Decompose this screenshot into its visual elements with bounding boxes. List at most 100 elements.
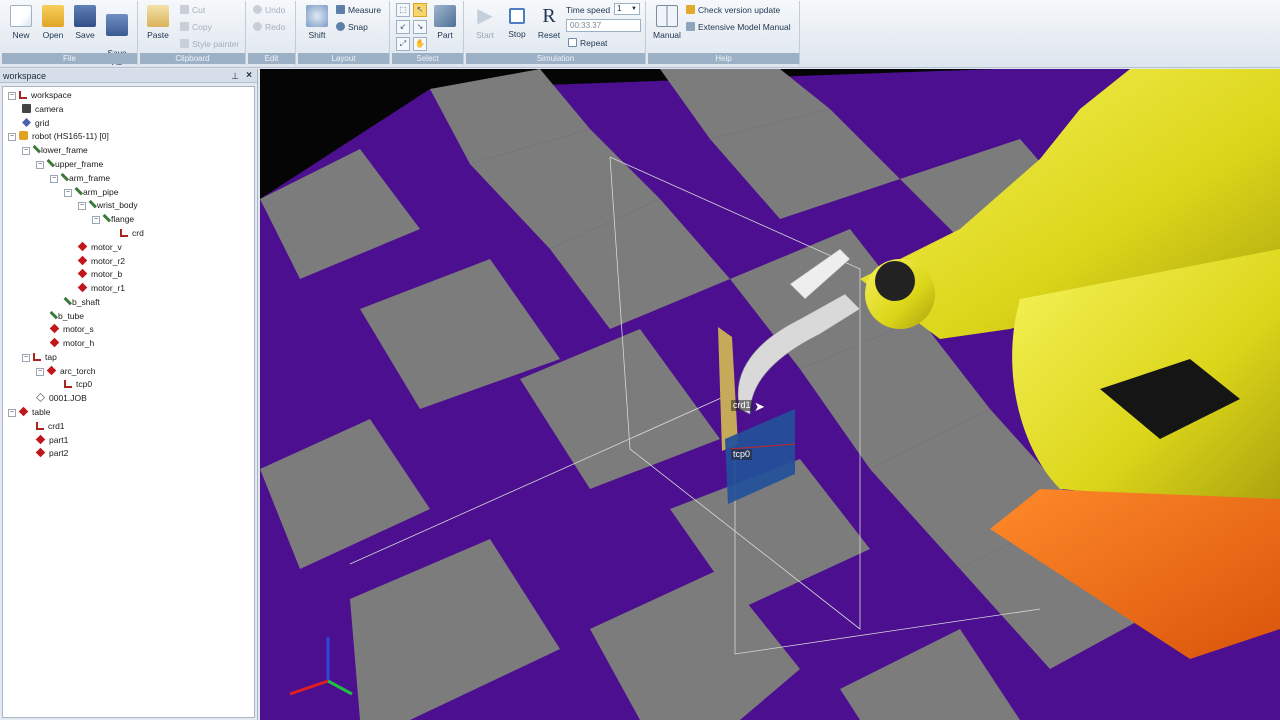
style-painter-button[interactable]: Style painter bbox=[180, 39, 239, 49]
select-pointer-icon[interactable]: ↖ bbox=[413, 3, 427, 17]
manual-button[interactable]: Manual bbox=[652, 3, 682, 40]
select-rotate-icon[interactable]: ↙ bbox=[396, 20, 410, 34]
pin-icon[interactable]: ⊥ bbox=[231, 69, 239, 83]
style-painter-label: Style painter bbox=[192, 39, 240, 49]
stop-button[interactable]: Stop bbox=[502, 3, 532, 39]
collapse-toggle-icon[interactable]: − bbox=[22, 147, 30, 155]
tree-item-motor-r2[interactable]: motor_r2 bbox=[77, 255, 125, 267]
tree-item-part2[interactable]: part2 bbox=[35, 447, 68, 459]
start-button[interactable]: ▶ Start bbox=[470, 3, 500, 40]
repeat-toggle[interactable]: Repeat bbox=[568, 38, 607, 48]
tree-item-label: part1 bbox=[49, 435, 69, 445]
shift-button[interactable]: Shift bbox=[302, 3, 332, 40]
time-speed-select[interactable]: 1 ▼ bbox=[614, 3, 640, 15]
extensive-manual-button[interactable]: Extensive Model Manual bbox=[686, 22, 791, 32]
collapse-toggle-icon[interactable]: − bbox=[78, 202, 86, 210]
undo-arrow-icon bbox=[253, 5, 262, 14]
collapse-toggle-icon[interactable]: − bbox=[8, 409, 16, 417]
reset-r-icon: R bbox=[542, 5, 556, 27]
copy-button[interactable]: Copy bbox=[180, 22, 212, 32]
tree-item-label: motor_h bbox=[63, 338, 95, 348]
new-button[interactable]: New bbox=[6, 3, 36, 40]
pan-hand-icon[interactable]: ✋ bbox=[413, 37, 427, 51]
tree-item-tap[interactable]: − tap bbox=[22, 351, 57, 363]
collapse-toggle-icon[interactable]: − bbox=[36, 161, 44, 169]
select-scale-icon[interactable]: ⤢ bbox=[396, 37, 410, 51]
tree-item-label: motor_r1 bbox=[91, 283, 126, 293]
tree-item-grid[interactable]: grid bbox=[22, 117, 49, 129]
part-label: Part bbox=[437, 30, 453, 40]
measure-button[interactable]: Measure bbox=[336, 5, 381, 15]
ruler-icon bbox=[336, 5, 345, 14]
clipboard-paste-icon bbox=[147, 5, 169, 27]
collapse-toggle-icon[interactable]: − bbox=[92, 216, 100, 224]
snap-magnet-icon bbox=[336, 22, 345, 31]
tree-item-workspace[interactable]: − workspace bbox=[8, 89, 72, 101]
tree-item-arm-pipe[interactable]: − arm_pipe bbox=[64, 186, 118, 198]
part-button[interactable]: Part bbox=[430, 3, 460, 40]
tree-item-motor-h[interactable]: motor_h bbox=[49, 337, 95, 349]
tree-item-table[interactable]: − table bbox=[8, 406, 50, 418]
collapse-toggle-icon[interactable]: − bbox=[8, 133, 16, 141]
tree-item-camera[interactable]: camera bbox=[22, 103, 63, 115]
undo-button[interactable]: Undo bbox=[253, 5, 285, 15]
tree-item-label: workspace bbox=[31, 90, 72, 100]
tree-item-arm-frame[interactable]: − arm_frame bbox=[50, 172, 110, 184]
clipboard-group: Paste Cut Copy Style painter Clipboard bbox=[140, 1, 246, 65]
check-update-button[interactable]: Check version update bbox=[686, 5, 780, 15]
diamond-icon bbox=[35, 434, 46, 445]
camera-icon bbox=[22, 104, 31, 113]
tree-item-label: 0001.JOB bbox=[49, 393, 87, 403]
extensive-manual-label: Extensive Model Manual bbox=[698, 22, 791, 32]
diamond-icon bbox=[46, 365, 57, 376]
wrist-flange bbox=[875, 261, 915, 301]
select-box-icon[interactable]: ⬚ bbox=[396, 3, 410, 17]
select-group-label: Select bbox=[392, 53, 463, 64]
update-icon bbox=[686, 5, 695, 14]
reset-button[interactable]: R Reset bbox=[534, 3, 564, 40]
tree-item-motor-r1[interactable]: motor_r1 bbox=[77, 282, 126, 294]
tree-item-label: camera bbox=[35, 104, 64, 114]
tree-item-b-shaft[interactable]: b_shaft bbox=[63, 296, 100, 308]
tree-item-crd[interactable]: crd bbox=[120, 227, 144, 239]
tree-item-wrist-body[interactable]: − wrist_body bbox=[78, 199, 138, 211]
tree-item-label: crd bbox=[132, 228, 144, 238]
3d-viewport[interactable]: crd1 tcp0 ➤ bbox=[260, 69, 1280, 720]
snap-label: Snap bbox=[348, 22, 368, 32]
paste-button[interactable]: Paste bbox=[143, 3, 173, 40]
time-speed-label: Time speed bbox=[566, 5, 611, 15]
simulation-time-field[interactable]: 00:33.37 bbox=[566, 19, 641, 32]
cut-button[interactable]: Cut bbox=[180, 5, 205, 15]
snap-button[interactable]: Snap bbox=[336, 22, 368, 32]
tree-item-job[interactable]: 0001.JOB bbox=[36, 392, 87, 404]
clipboard-group-label: Clipboard bbox=[140, 53, 245, 64]
redo-button[interactable]: Redo bbox=[253, 22, 285, 32]
tree-item-b-tube[interactable]: b_tube bbox=[49, 310, 84, 322]
collapse-toggle-icon[interactable]: − bbox=[50, 175, 58, 183]
tree-item-flange[interactable]: − flange bbox=[92, 213, 134, 225]
tree-item-upper-frame[interactable]: − upper_frame bbox=[36, 158, 103, 170]
tree-item-tcp0[interactable]: tcp0 bbox=[64, 378, 92, 390]
new-label: New bbox=[12, 30, 30, 40]
mouse-cursor-icon: ➤ bbox=[754, 399, 765, 414]
tree-item-part1[interactable]: part1 bbox=[35, 434, 69, 446]
tree-item-robot[interactable]: − robot (HS165-11) [0] bbox=[8, 130, 109, 142]
collapse-toggle-icon[interactable]: − bbox=[8, 92, 16, 100]
tree-item-motor-v[interactable]: motor_v bbox=[77, 241, 122, 253]
collapse-toggle-icon[interactable]: − bbox=[22, 354, 30, 362]
open-button[interactable]: Open bbox=[38, 3, 68, 40]
tree-item-motor-s[interactable]: motor_s bbox=[49, 323, 94, 335]
layout-group: Shift Measure Snap Layout bbox=[298, 1, 390, 65]
close-icon[interactable]: × bbox=[246, 69, 252, 83]
tree-item-crd1[interactable]: crd1 bbox=[36, 420, 65, 432]
save-button[interactable]: Save bbox=[70, 3, 100, 40]
tree-item-lower-frame[interactable]: − lower_frame bbox=[22, 144, 88, 156]
tree-item-label: grid bbox=[35, 118, 50, 128]
frame-icon bbox=[120, 229, 128, 237]
select-arrow-icon[interactable]: ↘ bbox=[413, 20, 427, 34]
collapse-toggle-icon[interactable]: − bbox=[64, 189, 72, 197]
tree-item-arc-torch[interactable]: − arc_torch bbox=[36, 365, 95, 377]
tree-item-label: lower_frame bbox=[41, 145, 88, 155]
collapse-toggle-icon[interactable]: − bbox=[36, 368, 44, 376]
tree-item-motor-b[interactable]: motor_b bbox=[77, 268, 122, 280]
